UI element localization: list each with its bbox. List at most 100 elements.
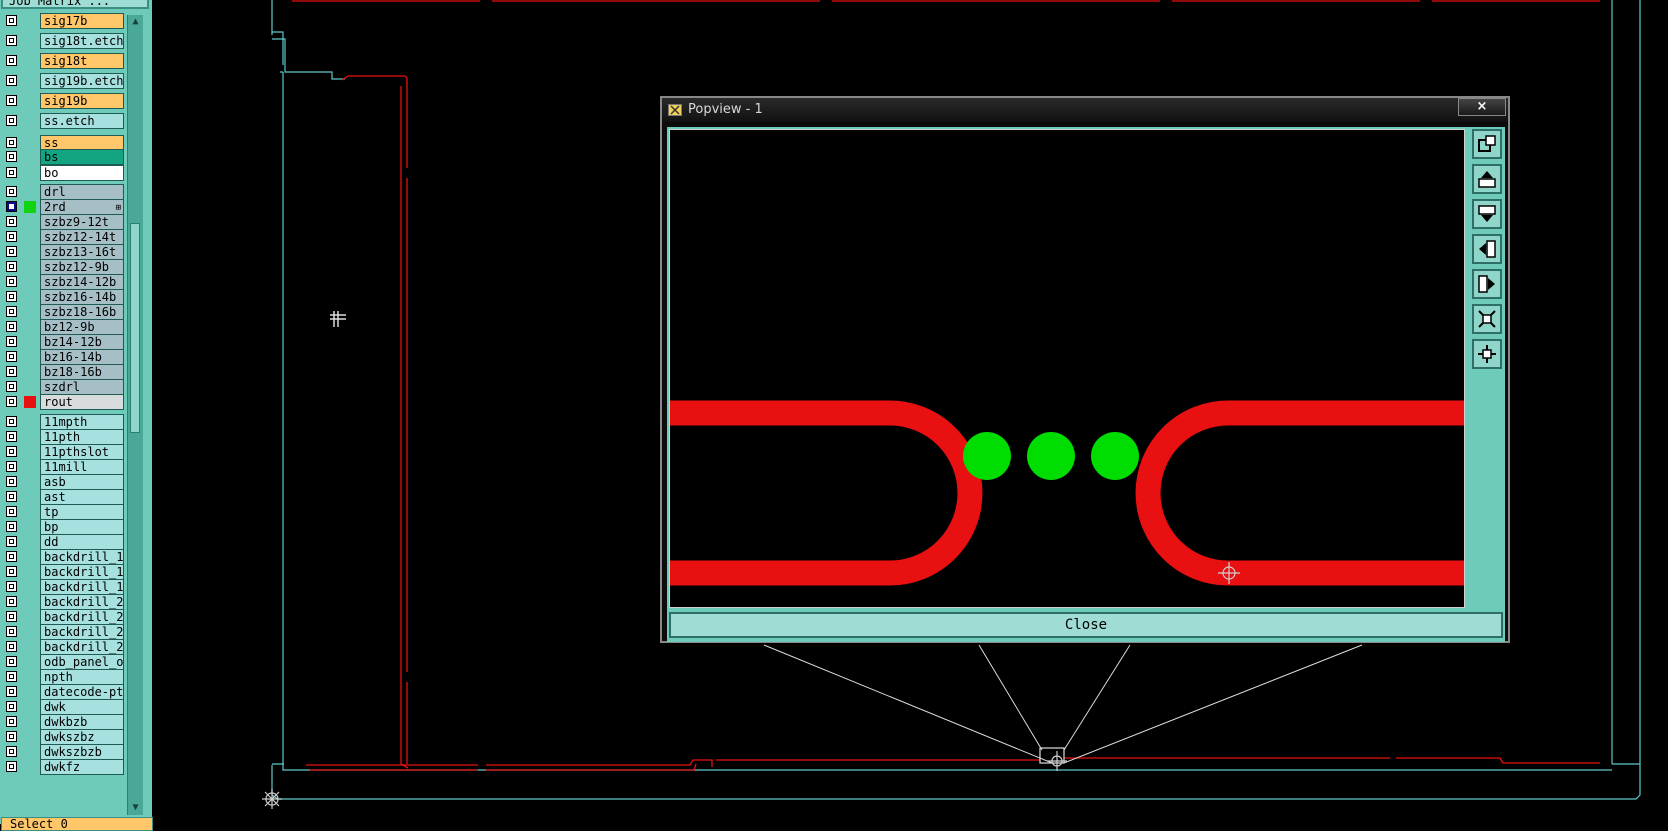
- layer-name-label[interactable]: szbz12-14t: [40, 229, 124, 245]
- layer-checkbox[interactable]: [6, 15, 17, 26]
- popview-canvas[interactable]: [669, 129, 1465, 608]
- layer-checkbox[interactable]: [6, 351, 17, 362]
- layer-checkbox[interactable]: [6, 581, 17, 592]
- layer-checkbox[interactable]: [6, 35, 17, 46]
- layer-name-label[interactable]: bp: [40, 519, 124, 535]
- layer-color-swatch[interactable]: [24, 201, 36, 213]
- layer-row[interactable]: npth: [2, 669, 124, 685]
- layer-name-label[interactable]: backdrill_20: [40, 624, 124, 640]
- layer-name-label[interactable]: 11pth: [40, 429, 124, 445]
- layer-row[interactable]: dwk: [2, 699, 124, 715]
- select-button[interactable]: Select 0: [1, 817, 153, 831]
- layer-row[interactable]: backdrill_20: [2, 609, 124, 625]
- layer-checkbox[interactable]: [6, 186, 17, 197]
- layer-row[interactable]: odb_panel_ou: [2, 654, 124, 670]
- layer-name-label[interactable]: backdrill_1: [40, 549, 124, 565]
- layer-row[interactable]: bp: [2, 519, 124, 535]
- layer-checkbox[interactable]: [6, 151, 17, 162]
- layer-name-label[interactable]: ast: [40, 489, 124, 505]
- zoom-in-button[interactable]: [1472, 304, 1502, 334]
- layer-row[interactable]: drl: [2, 184, 124, 200]
- layer-row[interactable]: sig17b: [2, 13, 124, 29]
- layer-row[interactable]: dd: [2, 534, 124, 550]
- layer-name-label[interactable]: backdrill_1: [40, 579, 124, 595]
- layer-row[interactable]: 11mill: [2, 459, 124, 475]
- layer-name-label[interactable]: bz12-9b: [40, 319, 124, 335]
- layer-checkbox[interactable]: [6, 731, 17, 742]
- layer-row[interactable]: 11pthslot: [2, 444, 124, 460]
- layer-name-label[interactable]: backdrill_1: [40, 564, 124, 580]
- layer-name-label[interactable]: sig18t.etch: [40, 33, 124, 49]
- layer-checkbox[interactable]: [6, 216, 17, 227]
- layer-name-label[interactable]: 2rd ⊞: [40, 199, 124, 215]
- scroll-down-arrow-icon[interactable]: ▼: [128, 801, 143, 815]
- pan-up-button[interactable]: [1472, 164, 1502, 194]
- layer-row[interactable]: bz14-12b: [2, 334, 124, 350]
- layer-row[interactable]: backdrill_1: [2, 549, 124, 565]
- layer-name-label[interactable]: bz16-14b: [40, 349, 124, 365]
- layer-name-label[interactable]: dwkszbzb: [40, 744, 124, 760]
- layer-row[interactable]: sig19b: [2, 93, 124, 109]
- layer-name-label[interactable]: rout: [40, 394, 124, 410]
- layer-color-swatch[interactable]: [24, 396, 36, 408]
- layer-row[interactable]: szdrl: [2, 379, 124, 395]
- layer-name-label[interactable]: asb: [40, 474, 124, 490]
- layer-row[interactable]: backdrill_20: [2, 624, 124, 640]
- layer-checkbox[interactable]: [6, 761, 17, 772]
- layer-row[interactable]: 11pth: [2, 429, 124, 445]
- layer-list-scrollbar[interactable]: ▲ ▼: [127, 15, 143, 815]
- layer-name-label[interactable]: backdrill_20: [40, 609, 124, 625]
- job-matrix-button[interactable]: Job Matrix ...: [1, 0, 149, 9]
- layer-row[interactable]: dwkfz: [2, 759, 124, 775]
- layer-row[interactable]: ast: [2, 489, 124, 505]
- layer-name-label[interactable]: szbz16-14b: [40, 289, 124, 305]
- layer-checkbox[interactable]: [6, 396, 17, 407]
- layer-row[interactable]: bo: [2, 165, 124, 181]
- layer-row[interactable]: dwkbzb: [2, 714, 124, 730]
- layer-name-label[interactable]: backdrill_20: [40, 639, 124, 655]
- layer-name-label[interactable]: npth: [40, 669, 124, 685]
- layer-row[interactable]: szbz13-16t: [2, 244, 124, 260]
- layer-checkbox[interactable]: [6, 716, 17, 727]
- layer-checkbox[interactable]: [6, 536, 17, 547]
- layer-name-label[interactable]: drl: [40, 184, 124, 200]
- layer-row[interactable]: sig18t: [2, 53, 124, 69]
- layer-checkbox[interactable]: [6, 381, 17, 392]
- layer-checkbox[interactable]: [6, 656, 17, 667]
- layer-name-label[interactable]: 11mill: [40, 459, 124, 475]
- layer-checkbox[interactable]: [6, 641, 17, 652]
- layer-name-label[interactable]: szbz18-16b: [40, 304, 124, 320]
- layer-row[interactable]: backdrill_1: [2, 579, 124, 595]
- layer-checkbox[interactable]: [6, 291, 17, 302]
- layer-name-label[interactable]: tp: [40, 504, 124, 520]
- layer-name-label[interactable]: bo: [40, 165, 124, 181]
- layer-row[interactable]: bs: [2, 149, 124, 165]
- scroll-up-arrow-icon[interactable]: ▲: [128, 15, 143, 29]
- layer-row[interactable]: bz12-9b: [2, 319, 124, 335]
- layer-checkbox[interactable]: [6, 231, 17, 242]
- scrollbar-thumb[interactable]: [130, 223, 140, 433]
- layer-row[interactable]: sig18t.etch: [2, 33, 124, 49]
- layer-row[interactable]: bz18-16b: [2, 364, 124, 380]
- layer-checkbox[interactable]: [6, 336, 17, 347]
- layer-name-label[interactable]: datecode-pte: [40, 684, 124, 700]
- close-button[interactable]: Close: [669, 612, 1503, 638]
- layer-name-label[interactable]: bz14-12b: [40, 334, 124, 350]
- pan-left-button[interactable]: [1472, 234, 1502, 264]
- layer-checkbox[interactable]: [6, 551, 17, 562]
- layer-name-label[interactable]: backdrill_20: [40, 594, 124, 610]
- layer-checkbox[interactable]: [6, 686, 17, 697]
- layer-row[interactable]: szbz9-12t: [2, 214, 124, 230]
- layer-row[interactable]: backdrill_1: [2, 564, 124, 580]
- pan-right-button[interactable]: [1472, 269, 1502, 299]
- layer-checkbox[interactable]: [6, 75, 17, 86]
- layer-checkbox[interactable]: [6, 55, 17, 66]
- layer-name-label[interactable]: szbz14-12b: [40, 274, 124, 290]
- layer-name-label[interactable]: szbz12-9b: [40, 259, 124, 275]
- zoom-fit-button[interactable]: [1472, 129, 1502, 159]
- layer-checkbox[interactable]: [6, 476, 17, 487]
- layer-name-label[interactable]: sig18t: [40, 53, 124, 69]
- layer-checkbox[interactable]: [6, 626, 17, 637]
- layer-name-label[interactable]: szdrl: [40, 379, 124, 395]
- layer-row[interactable]: 2rd ⊞: [2, 199, 124, 215]
